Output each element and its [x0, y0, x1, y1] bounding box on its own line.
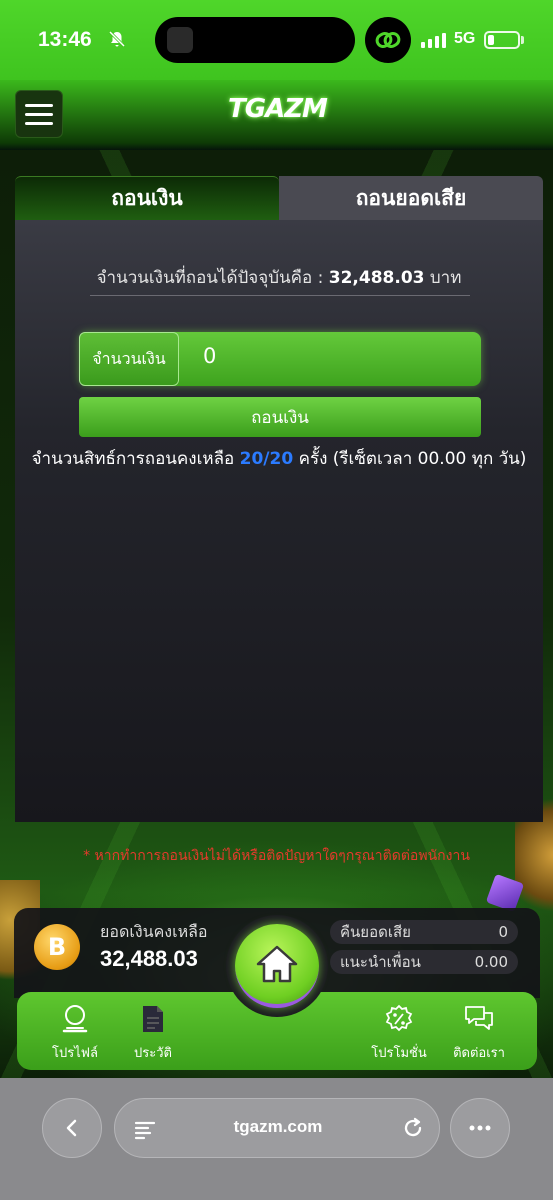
app-header: TGAZM — [0, 80, 553, 150]
available-prefix: จำนวนเงินที่ถอนได้ปัจจุบันคือ : — [96, 268, 324, 288]
menu-button[interactable] — [15, 90, 63, 138]
battery-icon — [484, 31, 520, 49]
network-type: 5G — [454, 30, 476, 47]
history-icon — [143, 1006, 163, 1032]
nav-profile[interactable]: โปรไฟล์ — [35, 1004, 115, 1063]
signal-icon — [421, 32, 446, 48]
more-icon — [469, 1125, 491, 1131]
rights-suffix: ครั้ง (รีเซ็ตเวลา 00.00 ทุก วัน) — [298, 449, 527, 469]
browser-toolbar: tgazm.com — [0, 1078, 553, 1200]
nav-contact-label: ติดต่อเรา — [453, 1046, 505, 1061]
app-thumbnail-icon — [167, 27, 193, 53]
dynamic-island — [155, 17, 355, 63]
rights-count: 20/20 — [239, 449, 294, 469]
balance-value: 32,488.03 — [100, 946, 198, 971]
available-amount: 32,488.03 — [328, 268, 425, 288]
status-bar: 13:46 5G — [0, 0, 553, 80]
nav-history-label: ประวัติ — [134, 1046, 172, 1061]
bell-off-icon — [108, 30, 126, 52]
referral-value: 0.00 — [474, 953, 508, 971]
nav-history[interactable]: ประวัติ — [113, 1004, 193, 1063]
url-text: tgazm.com — [233, 1117, 323, 1136]
withdraw-panel: จำนวนเงินที่ถอนได้ปัจจุบันคือ : 32,488.0… — [15, 220, 543, 822]
chevron-left-icon — [66, 1119, 77, 1137]
chat-icon — [465, 1006, 493, 1030]
available-unit: บาท — [429, 268, 462, 288]
cashback-value: 0 — [498, 923, 508, 941]
nav-promotion-label: โปรโมชั่น — [371, 1046, 427, 1061]
referral-row[interactable]: แนะนำเพื่อน 0.00 — [330, 950, 518, 974]
home-icon — [256, 945, 298, 983]
nav-contact[interactable]: ติดต่อเรา — [439, 1004, 519, 1063]
coin-icon: B — [34, 924, 80, 970]
withdraw-tabs: ถอนเงิน ถอนยอดเสีย — [15, 176, 543, 220]
nav-profile-label: โปรไฟล์ — [52, 1046, 98, 1061]
status-time: 13:46 — [38, 28, 92, 51]
available-amount-text: จำนวนเงินที่ถอนได้ปัจจุบันคือ : 32,488.0… — [15, 264, 543, 291]
profile-icon — [62, 1005, 88, 1033]
cashback-label: คืนยอดเสีย — [340, 923, 411, 941]
back-button[interactable] — [42, 1098, 102, 1158]
contact-notice: * หากทำการถอนเงินไม่ได้หรือติดปัญหาใดๆกร… — [83, 848, 470, 864]
site-logo[interactable]: TGAZM — [228, 94, 328, 124]
amount-field[interactable]: จำนวนเงิน 0 — [79, 332, 481, 386]
balance-label: ยอดเงินคงเหลือ — [100, 922, 208, 941]
tab-withdraw-loss[interactable]: ถอนยอดเสีย — [279, 176, 543, 220]
reload-icon[interactable] — [401, 1116, 425, 1140]
rights-prefix: จำนวนสิทธ์การถอนคงเหลือ — [31, 449, 235, 469]
promotion-icon — [385, 1004, 413, 1032]
divider — [90, 295, 470, 296]
home-button[interactable] — [226, 915, 328, 1017]
cashback-row[interactable]: คืนยอดเสีย 0 — [330, 920, 518, 944]
address-bar[interactable]: tgazm.com — [114, 1098, 440, 1158]
withdraw-rights-text: จำนวนสิทธ์การถอนคงเหลือ 20/20 ครั้ง (รีเ… — [25, 442, 533, 476]
amount-label: จำนวนเงิน — [79, 332, 179, 386]
more-button[interactable] — [450, 1098, 510, 1158]
referral-label: แนะนำเพื่อน — [340, 953, 421, 971]
battery-cap — [521, 36, 524, 44]
tab-withdraw[interactable]: ถอนเงิน — [15, 176, 279, 220]
amount-input[interactable]: 0 — [203, 344, 216, 368]
withdraw-button[interactable]: ถอนเงิน — [79, 397, 481, 437]
nav-promotion[interactable]: โปรโมชั่น — [359, 1004, 439, 1063]
link-icon — [365, 17, 411, 63]
